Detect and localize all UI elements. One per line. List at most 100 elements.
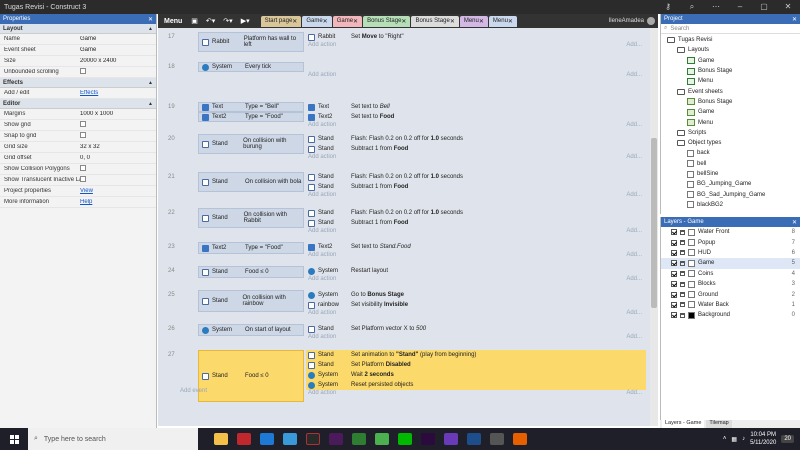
scrollbar[interactable]: [650, 28, 658, 426]
event-action[interactable]: rainbow Set visibility Invisible: [306, 300, 646, 310]
layer-row[interactable]: Background 0: [661, 310, 800, 320]
property-value[interactable]: 32 x 32: [80, 144, 156, 150]
scrollbar-thumb[interactable]: [651, 138, 657, 308]
visibility-checkbox[interactable]: [671, 281, 677, 288]
event-action[interactable]: System Wait 2 seconds: [306, 370, 646, 380]
event-action[interactable]: Text2 Set text to Food: [306, 112, 646, 122]
close-icon[interactable]: ✕: [323, 18, 328, 25]
project-search[interactable]: ⌕ Search: [661, 24, 800, 34]
chevron-up-icon[interactable]: ▲: [148, 26, 153, 32]
layer-row[interactable]: Popup 7: [661, 237, 800, 247]
checkbox[interactable]: [80, 68, 86, 74]
tree-item[interactable]: Bonus Stage: [661, 97, 800, 107]
visibility-checkbox[interactable]: [671, 291, 677, 298]
layer-row[interactable]: Water Back 1: [661, 300, 800, 310]
lock-icon[interactable]: [680, 271, 685, 277]
add-action-link[interactable]: Add action Add...: [306, 72, 646, 78]
add-action-link[interactable]: Add action Add...: [306, 390, 646, 396]
properties-section[interactable]: Layout ▲: [0, 24, 156, 34]
network-icon[interactable]: ▦: [731, 436, 737, 443]
add-action-link[interactable]: Add action Add...: [306, 252, 646, 258]
event-action[interactable]: Stand Subtract 1 from Food: [306, 218, 646, 228]
property-value[interactable]: 0, 0: [80, 155, 156, 161]
explorer-icon[interactable]: [283, 433, 297, 445]
property-value[interactable]: Help: [80, 199, 156, 205]
tree-item[interactable]: BG_Jumping_Game: [661, 179, 800, 189]
checkbox[interactable]: [80, 121, 86, 127]
taskbar-search[interactable]: ⌕ Type here to search: [28, 428, 198, 450]
tree-item[interactable]: Menu: [661, 76, 800, 86]
checkbox[interactable]: [80, 165, 86, 171]
visual-studio-icon[interactable]: [444, 433, 458, 445]
event-action[interactable]: Stand Set Platform Disabled: [306, 360, 646, 370]
lock-icon[interactable]: [680, 229, 685, 235]
after-effects-icon[interactable]: [421, 433, 435, 445]
event-condition[interactable]: Stand On collision with bola: [198, 172, 304, 192]
checkbox[interactable]: [80, 132, 86, 138]
tree-item[interactable]: Object types: [661, 138, 800, 148]
more-icon[interactable]: ⋯: [704, 2, 728, 12]
layer-row[interactable]: Coins 4: [661, 269, 800, 279]
bottom-tab[interactable]: Layers - Game: [662, 420, 705, 428]
terminal-icon[interactable]: [306, 433, 320, 445]
add-action-link[interactable]: Add action Add...: [306, 192, 646, 198]
redo-icon[interactable]: ↷▾: [220, 17, 235, 25]
premiere-icon[interactable]: [329, 433, 343, 445]
event-action[interactable]: System Reset persisted objects: [306, 380, 646, 390]
layer-row[interactable]: Ground 2: [661, 289, 800, 299]
add-action-link[interactable]: Add action Add...: [306, 334, 646, 340]
tree-item[interactable]: Event sheets: [661, 86, 800, 96]
event-condition[interactable]: Stand On collision with burung: [198, 134, 304, 154]
event-sheet[interactable]: 17 Rabbit Platform has wall to left Rabbit S…: [158, 28, 658, 426]
event-action[interactable]: Stand Set Platform vector X to 500: [306, 324, 646, 334]
properties-section[interactable]: Editor ▲: [0, 99, 156, 109]
event-condition[interactable]: Text Type = "Bell": [198, 102, 304, 112]
lock-icon[interactable]: [680, 260, 685, 266]
tree-item[interactable]: Menu: [661, 117, 800, 127]
event-condition[interactable]: Rabbit Platform has wall to left: [198, 32, 304, 52]
property-value[interactable]: Game: [80, 36, 156, 42]
minimize-button[interactable]: –: [728, 2, 752, 12]
layer-row[interactable]: Water Front 8: [661, 227, 800, 237]
event-action[interactable]: Text2 Set text to Stand.Food: [306, 242, 646, 252]
event-action[interactable]: Stand Subtract 1 from Food: [306, 182, 646, 192]
event-condition[interactable]: Stand On collision with rainbow: [198, 290, 304, 312]
lock-icon[interactable]: [680, 302, 685, 308]
lock-icon[interactable]: [680, 250, 685, 256]
tab-menu[interactable]: Menu ✕: [488, 15, 517, 27]
start-button[interactable]: [0, 434, 28, 444]
close-button[interactable]: ✕: [776, 2, 800, 12]
tab-bonus-stage[interactable]: Bonus Stage ✕: [411, 15, 459, 27]
property-value[interactable]: View: [80, 188, 156, 194]
tab-start-page[interactable]: Start page ✕: [260, 15, 302, 27]
event-condition[interactable]: Text2 Type = "Food": [198, 112, 304, 122]
user-area[interactable]: IleneAmadea: [609, 17, 658, 25]
add-event-link[interactable]: Add event: [180, 388, 207, 394]
event-condition[interactable]: Text2 Type = "Food": [198, 242, 304, 254]
event-condition[interactable]: Stand Food ≤ 0: [198, 266, 304, 278]
event-action[interactable]: Text Set text to Bell: [306, 102, 646, 112]
visibility-checkbox[interactable]: [671, 229, 677, 236]
volume-icon[interactable]: ♪: [742, 436, 745, 442]
layer-row[interactable]: Game 5: [661, 258, 800, 269]
event-action[interactable]: Rabbit Set Move to "Right": [306, 32, 646, 42]
app2-icon[interactable]: [375, 433, 389, 445]
chrome-icon[interactable]: [352, 433, 366, 445]
close-icon[interactable]: ✕: [292, 18, 297, 25]
close-icon[interactable]: ✕: [792, 219, 797, 226]
tree-item[interactable]: Bonus Stage: [661, 66, 800, 76]
bottom-tab[interactable]: Tilemap: [706, 420, 732, 428]
event-action[interactable]: Stand Flash: Flash 0.2 on 0.2 off for 1.0…: [306, 172, 646, 182]
properties-section[interactable]: Effects ▲: [0, 78, 156, 88]
close-icon[interactable]: ✕: [508, 18, 513, 25]
tab-bonus-stage[interactable]: Bonus Stage ✕: [363, 15, 411, 27]
visibility-checkbox[interactable]: [671, 312, 677, 319]
layer-row[interactable]: Blocks 3: [661, 279, 800, 289]
tree-item[interactable]: Tugas Revisi: [661, 35, 800, 45]
lock-icon[interactable]: [680, 292, 685, 298]
play-icon[interactable]: ▶▾: [238, 17, 253, 25]
property-value[interactable]: 1000 x 1000: [80, 111, 156, 117]
search-icon[interactable]: ⌕: [680, 2, 704, 12]
visibility-checkbox[interactable]: [671, 249, 677, 256]
lock-icon[interactable]: [680, 312, 685, 318]
